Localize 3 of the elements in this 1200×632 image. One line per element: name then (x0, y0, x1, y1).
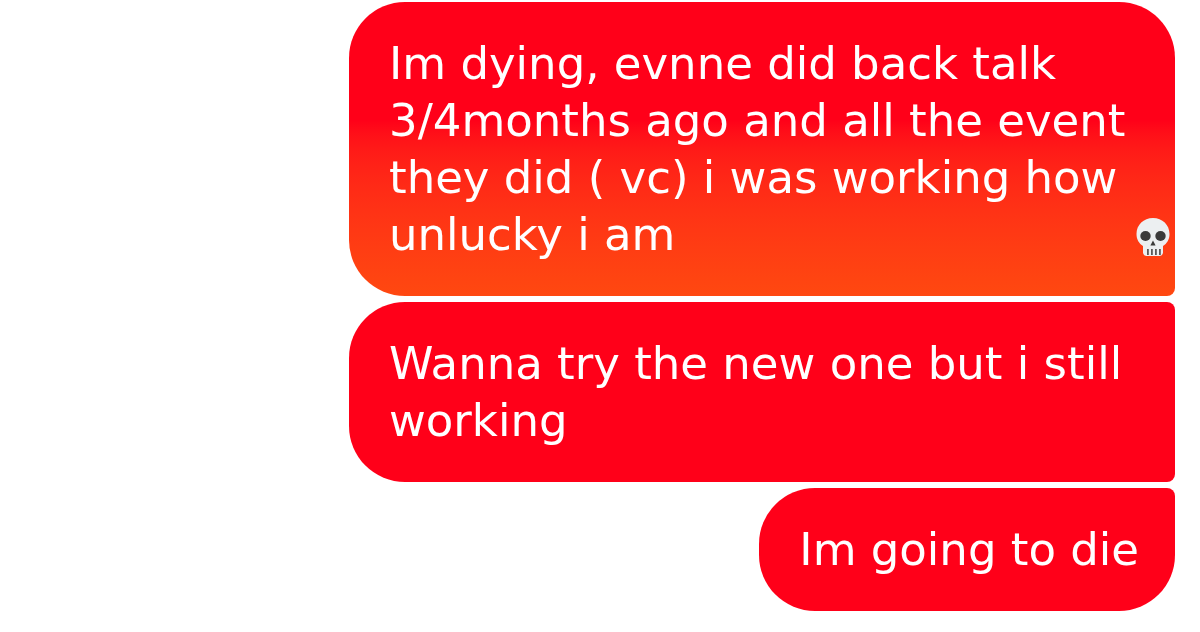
message-text: Im dying, evnne did back talk 3/4months ago and all the event they did ( vc) i was working how unlucky i am (389, 36, 1127, 263)
message-text: Wanna try the new one but i still working (389, 336, 1124, 449)
message-text: Im going to die (799, 522, 1139, 578)
